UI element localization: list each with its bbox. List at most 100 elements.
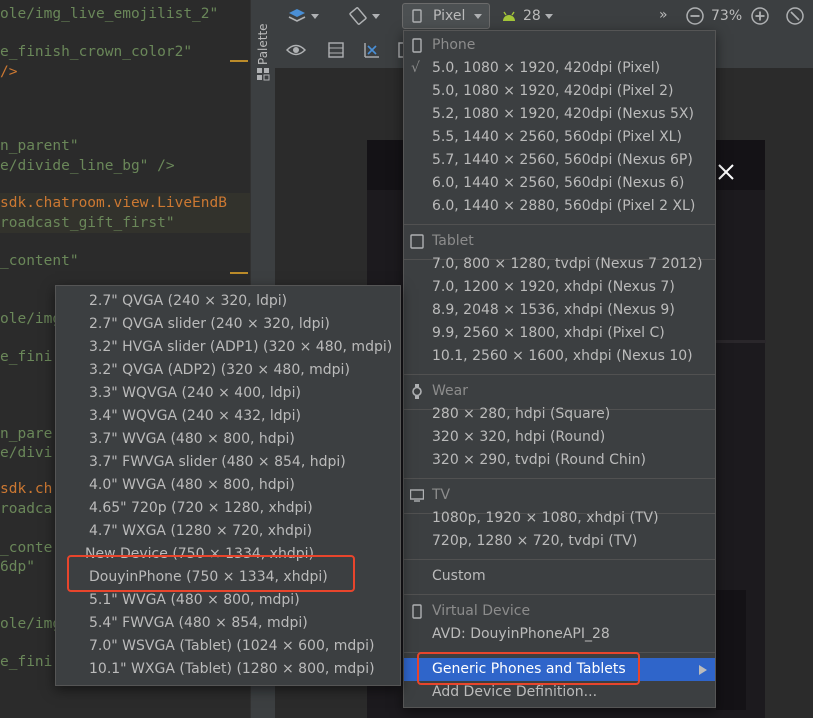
menu-item-label: 5.5, 1440 × 2560, 560dpi (Pixel XL) (432, 129, 682, 145)
menu-separator (404, 224, 715, 225)
menu-item-label: 8.9, 2048 × 1536, xhdpi (Nexus 9) (432, 302, 675, 318)
menu-item-320-290-tvdpi-round-chin[interactable]: 320 × 290, tvdpi (Round Chin) (404, 449, 715, 472)
menu-item-label: 9.9, 2560 × 1800, xhdpi (Pixel C) (432, 325, 665, 341)
menu-section-virtual-device: Virtual Device (404, 600, 715, 623)
layout-grid-icon (328, 42, 344, 58)
palette-icon[interactable] (256, 66, 270, 81)
code-line: /> (0, 64, 18, 80)
menu-item-8-9-2048-1536-xhdpi-nexus-9[interactable]: 8.9, 2048 × 1536, xhdpi (Nexus 9) (404, 299, 715, 322)
code-line: e/divide_line_bg" /> (0, 158, 175, 174)
code-line: 6dp" (0, 559, 35, 575)
device-item-3-4-wqvga-240-432-ldpi[interactable]: 3.4" WQVGA (240 × 432, ldpi) (56, 405, 400, 428)
api-level-label: 28 (523, 8, 541, 24)
device-item-5-1-wvga-480-800-mdpi[interactable]: 5.1" WVGA (480 × 800, mdpi) (56, 589, 400, 612)
device-item-2-7-qvga-240-320-ldpi[interactable]: 2.7" QVGA (240 × 320, ldpi) (56, 290, 400, 313)
menu-item-label: 320 × 290, tvdpi (Round Chin) (432, 452, 646, 468)
menu-item-7-0-1200-1920-xhdpi-nexus-7[interactable]: 7.0, 1200 × 1920, xhdpi (Nexus 7) (404, 276, 715, 299)
zoom-in-button[interactable] (749, 5, 771, 27)
device-item-label: 3.4" WQVGA (240 × 432, ldpi) (89, 408, 301, 424)
android-icon (503, 11, 515, 21)
device-item-7-0-wsvga-tablet-1024-600-mdpi[interactable]: 7.0" WSVGA (Tablet) (1024 × 600, mdpi) (56, 635, 400, 658)
menu-item-10-1-2560-1600-xhdpi-nexus-10[interactable]: 10.1, 2560 × 1600, xhdpi (Nexus 10) (404, 345, 715, 368)
blueprint-toggle-button[interactable] (325, 40, 347, 60)
menu-item-5-2-1080-1920-420dpi-nexus-5x[interactable]: 5.2, 1080 × 1920, 420dpi (Nexus 5X) (404, 103, 715, 126)
code-line: e_fini (0, 349, 53, 365)
device-item-10-1-wxga-tablet-1280-800-mdpi[interactable]: 10.1" WXGA (Tablet) (1280 × 800, mdpi) (56, 658, 400, 681)
menu-item-label: Custom (432, 568, 486, 584)
menu-item-320-320-hdpi-round[interactable]: 320 × 320, hdpi (Round) (404, 426, 715, 449)
device-item-label: 3.2" HVGA slider (ADP1) (320 × 480, mdpi… (89, 339, 393, 355)
device-item-5-4-fwvga-480-854-mdpi[interactable]: 5.4" FWVGA (480 × 854, mdpi) (56, 612, 400, 635)
tablet-icon (410, 234, 424, 249)
device-selector-button[interactable]: Pixel (402, 3, 490, 29)
menu-section-tv: TV (404, 484, 715, 507)
constraints-toggle-button[interactable] (360, 40, 382, 60)
menu-item-5-0-1080-1920-420dpi-pixel[interactable]: √ 5.0, 1080 × 1920, 420dpi (Pixel) (404, 57, 715, 80)
device-item-3-2-qvga-adp2-320-480-mdpi[interactable]: 3.2" QVGA (ADP2) (320 × 480, mdpi) (56, 359, 400, 382)
menu-section-wear: Wear (404, 380, 715, 403)
close-icon[interactable] (716, 162, 736, 182)
device-item-label: 2.7" QVGA (240 × 320, ldpi) (89, 293, 288, 309)
api-level-button[interactable]: 28 (501, 5, 559, 27)
code-line: ole/img_live_emojilist_2" (0, 6, 219, 22)
device-item-label: 3.2" QVGA (ADP2) (320 × 480, mdpi) (89, 362, 350, 378)
menu-item-label: 7.0, 1200 × 1920, xhdpi (Nexus 7) (432, 279, 675, 295)
zoom-out-button[interactable] (684, 5, 706, 27)
phone-icon (412, 9, 422, 23)
phone-icon (412, 38, 422, 53)
code-line: sdk.ch (0, 481, 53, 497)
device-item-label: 4.7" WXGA (1280 × 720, xhdpi) (89, 523, 313, 539)
menu-item-5-5-1440-2560-560dpi-pixel-xl[interactable]: 5.5, 1440 × 2560, 560dpi (Pixel XL) (404, 126, 715, 149)
change-marker (230, 272, 248, 274)
axis-icon (364, 43, 379, 58)
menu-item-label: 320 × 320, hdpi (Round) (432, 429, 606, 445)
menu-item-6-0-1440-2880-560dpi-pixel-2-xl[interactable]: 6.0, 1440 × 2880, 560dpi (Pixel 2 XL) (404, 195, 715, 218)
change-marker (230, 60, 248, 62)
menu-item-label: Wear (432, 383, 468, 399)
menu-item-720p-1280-720-tvdpi-tv[interactable]: 720p, 1280 × 720, tvdpi (TV) (404, 530, 715, 553)
palette-tab-label[interactable]: Palette (253, 14, 273, 74)
device-item-3-2-hvga-slider-adp1-320-480-mdpi[interactable]: 3.2" HVGA slider (ADP1) (320 × 480, mdpi… (56, 336, 400, 359)
orientation-button[interactable] (345, 5, 383, 27)
menu-section-tablet: Tablet (404, 230, 715, 253)
menu-item-avd-douyinphoneapi-28[interactable]: AVD: DouyinPhoneAPI_28 (404, 623, 715, 646)
menu-item-5-7-1440-2560-560dpi-nexus-6p[interactable]: 5.7, 1440 × 2560, 560dpi (Nexus 6P) (404, 149, 715, 172)
device-item-4-7-wxga-1280-720-xhdpi[interactable]: 4.7" WXGA (1280 × 720, xhdpi) (56, 520, 400, 543)
menu-separator (404, 478, 715, 479)
code-line: ole/img (0, 616, 62, 632)
menu-item-label: AVD: DouyinPhoneAPI_28 (432, 626, 610, 642)
device-item-2-7-qvga-slider-240-320-ldpi[interactable]: 2.7" QVGA slider (240 × 320, ldpi) (56, 313, 400, 336)
device-item-3-7-fwvga-slider-480-854-hdpi[interactable]: 3.7" FWVGA slider (480 × 854, hdpi) (56, 451, 400, 474)
device-item-3-3-wqvga-240-400-ldpi[interactable]: 3.3" WQVGA (240 × 400, ldpi) (56, 382, 400, 405)
menu-item-label: 5.0, 1080 × 1920, 420dpi (Pixel 2) (432, 83, 674, 99)
menu-item-9-9-2560-1800-xhdpi-pixel-c[interactable]: 9.9, 2560 × 1800, xhdpi (Pixel C) (404, 322, 715, 345)
layout-editor-toolbar: Pixel 28 » 73% (275, 0, 813, 32)
device-item-4-65-720p-720-1280-xhdpi[interactable]: 4.65" 720p (720 × 1280, xhdpi) (56, 497, 400, 520)
more-tools-button[interactable]: » (659, 5, 668, 25)
device-item-4-0-wvga-480-800-hdpi[interactable]: 4.0" WVGA (480 × 800, hdpi) (56, 474, 400, 497)
menu-separator (404, 374, 715, 375)
watch-icon (412, 384, 422, 399)
menu-item-5-0-1080-1920-420dpi-pixel-2[interactable]: 5.0, 1080 × 1920, 420dpi (Pixel 2) (404, 80, 715, 103)
menu-item-6-0-1440-2560-560dpi-nexus-6[interactable]: 6.0, 1440 × 2560, 560dpi (Nexus 6) (404, 172, 715, 195)
menu-item-label: 280 × 280, hdpi (Square) (432, 406, 611, 422)
menu-separator (404, 559, 715, 560)
checkmark-icon: √ (411, 60, 420, 76)
device-item-label: 4.0" WVGA (480 × 800, hdpi) (89, 477, 295, 493)
show-view-options-button[interactable] (285, 40, 307, 60)
code-line: _conte (0, 540, 53, 556)
eye-icon (286, 44, 306, 56)
menu-item-7-0-800-1280-tvdpi-nexus-7-2012[interactable]: 7.0, 800 × 1280, tvdpi (Nexus 7 2012) (404, 253, 715, 276)
menu-item-custom[interactable]: Custom (404, 565, 715, 588)
menu-item-label: Virtual Device (432, 603, 531, 619)
menu-item-280-280-hdpi-square[interactable]: 280 × 280, hdpi (Square) (404, 403, 715, 426)
menu-item-1080p-1920-1080-xhdpi-tv[interactable]: 1080p, 1920 × 1080, xhdpi (TV) (404, 507, 715, 530)
menu-item-label: 6.0, 1440 × 2880, 560dpi (Pixel 2 XL) (432, 198, 696, 214)
chevron-down-icon (474, 14, 482, 19)
device-item-3-7-wvga-480-800-hdpi[interactable]: 3.7" WVGA (480 × 800, hdpi) (56, 428, 400, 451)
preview-panel (716, 590, 746, 710)
menu-item-label: Phone (432, 37, 476, 53)
design-surface-button[interactable] (285, 5, 321, 27)
device-item-label: 3.7" FWVGA slider (480 × 854, hdpi) (89, 454, 346, 470)
zoom-to-fit-button[interactable] (784, 5, 806, 27)
